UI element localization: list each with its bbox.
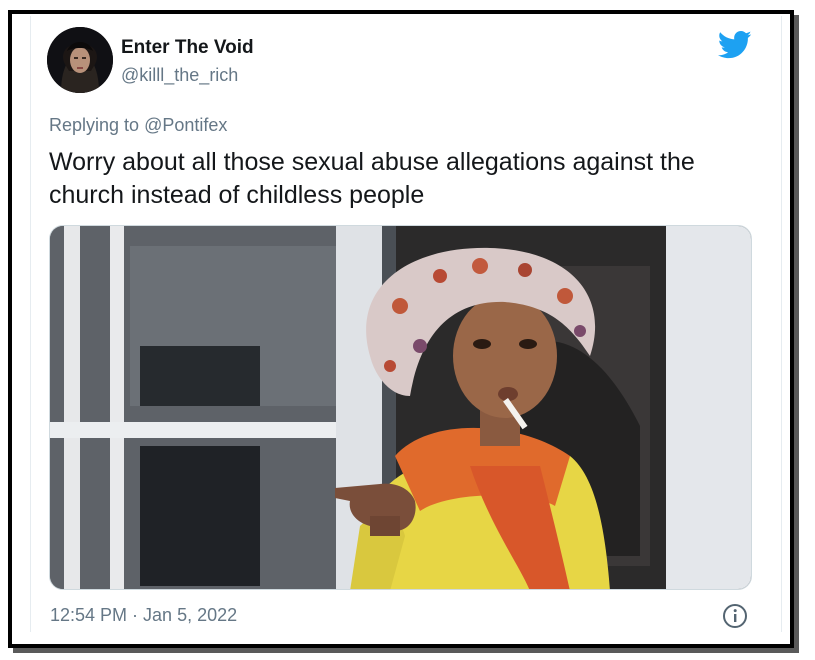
avatar[interactable] — [47, 27, 113, 93]
replying-to: Replying to @Pontifex — [49, 115, 227, 136]
display-name[interactable]: Enter The Void — [121, 37, 254, 59]
twitter-bird-icon — [718, 30, 752, 60]
info-icon[interactable] — [722, 603, 748, 629]
user-handle[interactable]: @killl_the_rich — [121, 65, 238, 86]
tweet-timestamp[interactable]: 12:54 PM · Jan 5, 2022 — [50, 605, 237, 626]
replying-prefix: Replying to — [49, 115, 140, 135]
reply-target-link[interactable]: @Pontifex — [144, 115, 227, 135]
tweet-text: Worry about all those sexual abuse alleg… — [49, 148, 695, 209]
tweet-media-image[interactable] — [49, 225, 752, 590]
